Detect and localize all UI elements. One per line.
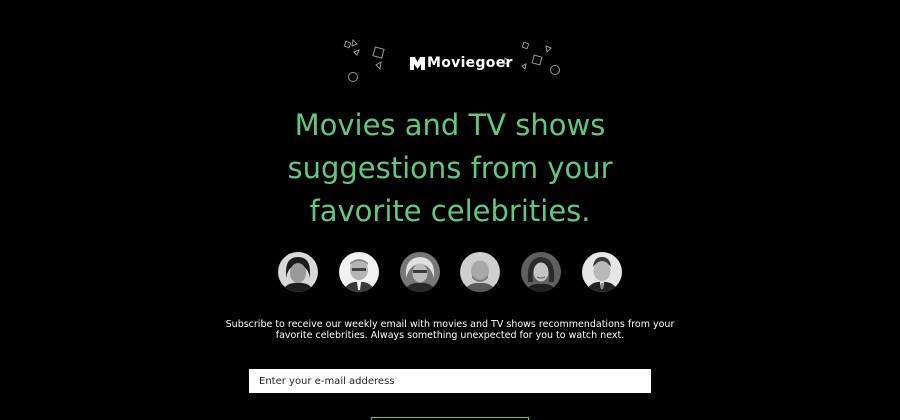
- celebrity-avatar-3[interactable]: [399, 252, 440, 292]
- celebrity-avatar-1[interactable]: [278, 252, 318, 292]
- celebrity-portrait-icon: [460, 252, 501, 292]
- square-shape-icon: [531, 54, 543, 66]
- triangle-shape-icon: [375, 61, 382, 71]
- square-shape-icon: [372, 46, 385, 59]
- triangle-shape-icon: [353, 49, 360, 56]
- celebrity-avatar-5[interactable]: [521, 252, 562, 292]
- celebrity-portrait-icon: [521, 252, 562, 292]
- square-shape-icon: [521, 41, 530, 50]
- square-shape-icon: [343, 40, 352, 49]
- logo[interactable]: Moviegoer: [410, 54, 513, 72]
- triangle-shape-icon: [521, 63, 527, 71]
- celebrity-avatar-6[interactable]: [581, 252, 622, 292]
- headline-line: favorite celebrities.: [309, 194, 591, 228]
- brand-name: Moviegoer: [427, 55, 513, 71]
- celebrity-portrait-icon: [338, 252, 379, 292]
- celebrity-portrait-icon: [278, 252, 318, 292]
- celebrity-portrait-icon: [581, 252, 622, 292]
- hero-headline: Movies and TV shows suggestions from you…: [200, 104, 700, 233]
- circle-shape-icon: [550, 65, 560, 75]
- celebrity-avatars: [278, 252, 622, 292]
- triangle-shape-icon: [351, 38, 358, 47]
- circle-shape-icon: [348, 72, 358, 82]
- celebrity-avatar-4[interactable]: [460, 252, 501, 292]
- headline-line: suggestions from your: [287, 151, 613, 185]
- triangle-shape-icon: [545, 45, 552, 54]
- m-logo-icon: [410, 56, 425, 70]
- subscribe-description: Subscribe to receive our weekly email wi…: [225, 319, 675, 341]
- headline-line: Movies and TV shows: [294, 108, 606, 142]
- brand-header: Moviegoer: [340, 38, 570, 86]
- email-field[interactable]: [249, 369, 651, 393]
- celebrity-portrait-icon: [399, 252, 440, 292]
- celebrity-avatar-2[interactable]: [338, 252, 379, 292]
